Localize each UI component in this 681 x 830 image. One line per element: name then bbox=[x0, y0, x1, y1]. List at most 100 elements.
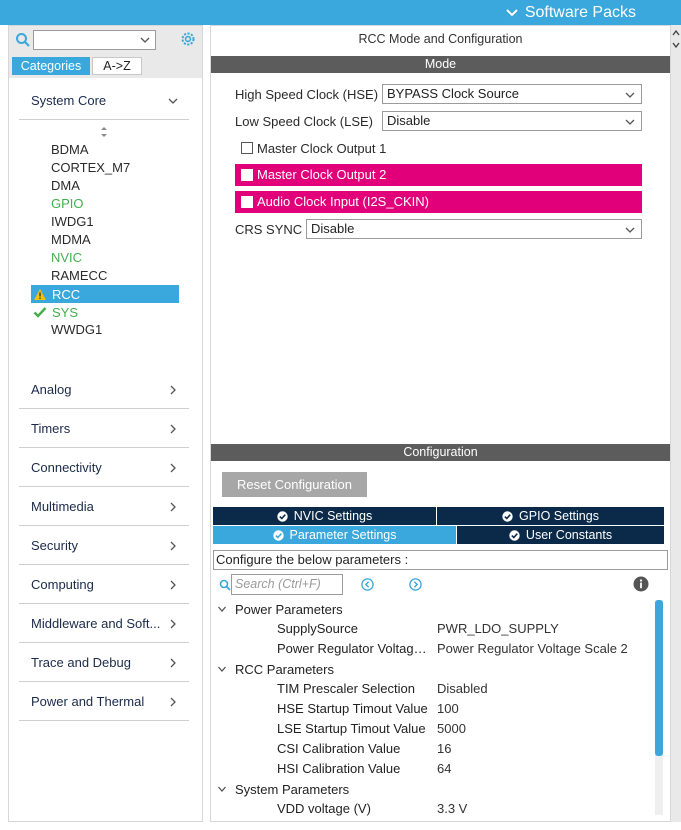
param-name[interactable]: TIM Prescaler Selection bbox=[277, 679, 431, 699]
next-match-icon[interactable] bbox=[409, 578, 422, 591]
peripheral-item-rcc[interactable]: RCC bbox=[33, 285, 80, 303]
category-label: Analog bbox=[31, 382, 72, 397]
param-value[interactable]: 100 bbox=[437, 699, 459, 719]
peripheral-label: SYS bbox=[52, 304, 79, 320]
tab-label: NVIC Settings bbox=[293, 509, 373, 523]
chevron-right-icon bbox=[170, 502, 176, 511]
param-value[interactable]: Power Regulator Voltage Scale 2 bbox=[437, 639, 628, 659]
category-power-and-thermal[interactable]: Power and Thermal bbox=[19, 683, 189, 721]
category-system-core[interactable]: System Core bbox=[19, 82, 189, 120]
peripheral-item-mdma[interactable]: MDMA bbox=[51, 231, 91, 249]
sort-icon[interactable] bbox=[99, 126, 109, 138]
warning-icon bbox=[34, 288, 46, 300]
chevron-down-icon[interactable] bbox=[672, 41, 680, 49]
category-timers[interactable]: Timers bbox=[19, 410, 189, 448]
right-edge-scrollbar[interactable] bbox=[671, 25, 681, 822]
param-name[interactable]: HSI Calibration Value bbox=[277, 759, 431, 779]
param-name[interactable]: Power Regulator Voltage Scale bbox=[277, 639, 431, 659]
peripheral-label: RCC bbox=[52, 286, 81, 302]
reset-configuration-button[interactable]: Reset Configuration bbox=[222, 472, 367, 497]
chevron-up-icon[interactable] bbox=[672, 29, 680, 37]
mco2-checkbox[interactable] bbox=[241, 169, 253, 181]
tab-a-to-z[interactable]: A->Z bbox=[92, 57, 142, 75]
tab-user-constants[interactable]: User Constants bbox=[457, 526, 664, 544]
param-name[interactable]: SupplySource bbox=[277, 619, 431, 639]
previous-match-icon[interactable] bbox=[361, 578, 374, 591]
peripheral-item-dma[interactable]: DMA bbox=[51, 177, 80, 195]
peripheral-item-ramecc[interactable]: RAMECC bbox=[51, 267, 107, 285]
search-combo[interactable] bbox=[33, 30, 156, 50]
param-value[interactable]: PWR_LDO_SUPPLY bbox=[437, 619, 559, 639]
peripheral-item-wwdg1[interactable]: WWDG1 bbox=[51, 321, 102, 339]
chevron-down-icon bbox=[218, 666, 226, 672]
peripheral-item-iwdg1[interactable]: IWDG1 bbox=[51, 213, 94, 231]
category-middleware[interactable]: Middleware and Soft... bbox=[19, 605, 189, 643]
category-label: Security bbox=[31, 538, 78, 553]
tab-categories[interactable]: Categories bbox=[12, 57, 90, 75]
chevron-right-icon bbox=[170, 658, 176, 667]
category-connectivity[interactable]: Connectivity bbox=[19, 449, 189, 487]
param-name[interactable]: LSE Startup Timout Value bbox=[277, 719, 431, 739]
param-value[interactable]: 16 bbox=[437, 739, 451, 759]
lse-select[interactable]: Disable bbox=[382, 111, 642, 131]
chevron-down-icon bbox=[168, 98, 178, 104]
tab-gpio-settings[interactable]: GPIO Settings bbox=[437, 507, 664, 525]
i2s-ckin-checkbox[interactable] bbox=[241, 196, 253, 208]
chevron-down-icon bbox=[625, 92, 635, 98]
hse-value: BYPASS Clock Source bbox=[387, 86, 519, 101]
chevron-down-icon bbox=[218, 606, 226, 612]
param-value[interactable]: 5000 bbox=[437, 719, 466, 739]
peripheral-item-gpio[interactable]: GPIO bbox=[51, 195, 84, 213]
check-circle-icon bbox=[277, 510, 288, 522]
category-trace-and-debug[interactable]: Trace and Debug bbox=[19, 644, 189, 682]
category-label: Power and Thermal bbox=[31, 694, 145, 709]
chevron-down-icon bbox=[506, 8, 518, 16]
group-rcc-parameters[interactable]: RCC Parameters bbox=[217, 659, 334, 679]
group-power-parameters[interactable]: Power Parameters bbox=[217, 599, 343, 619]
peripheral-item-bdma[interactable]: BDMA bbox=[51, 141, 89, 159]
category-label: System Core bbox=[31, 93, 107, 108]
mco2-row[interactable]: Master Clock Output 2 bbox=[235, 164, 642, 186]
crs-sync-value: Disable bbox=[311, 221, 355, 236]
categories-panel-header: Categories A->Z bbox=[9, 26, 202, 78]
chevron-down-icon bbox=[218, 786, 226, 792]
peripheral-item-cortex-m7[interactable]: CORTEX_M7 bbox=[51, 159, 130, 177]
i2s-ckin-row[interactable]: Audio Clock Input (I2S_CKIN) bbox=[235, 191, 642, 213]
crs-sync-select[interactable]: Disable bbox=[306, 219, 642, 239]
chevron-right-icon bbox=[170, 541, 176, 550]
rcc-mode-config-panel: RCC Mode and Configuration Mode High Spe… bbox=[210, 25, 671, 822]
param-value[interactable]: 64 bbox=[437, 759, 451, 779]
chevron-right-icon bbox=[170, 463, 176, 472]
tab-nvic-settings[interactable]: NVIC Settings bbox=[213, 507, 436, 525]
param-name[interactable]: HSE Startup Timout Value bbox=[277, 699, 431, 719]
param-name[interactable]: CSI Calibration Value bbox=[277, 739, 431, 759]
parameter-search-input[interactable]: Search (Ctrl+F) bbox=[231, 574, 343, 595]
info-icon[interactable] bbox=[633, 576, 649, 592]
param-value[interactable]: Disabled bbox=[437, 679, 488, 699]
param-name[interactable]: VDD voltage (V) bbox=[277, 799, 431, 819]
category-security[interactable]: Security bbox=[19, 527, 189, 565]
lse-label: Low Speed Clock (LSE) bbox=[235, 114, 374, 129]
category-label: Trace and Debug bbox=[31, 655, 131, 670]
chevron-right-icon bbox=[170, 619, 176, 628]
category-computing[interactable]: Computing bbox=[19, 566, 189, 604]
software-packs-button[interactable]: Software Packs bbox=[505, 2, 636, 23]
lse-value: Disable bbox=[387, 113, 431, 128]
category-label: Timers bbox=[31, 421, 71, 436]
tab-label: Parameter Settings bbox=[289, 528, 397, 542]
param-value[interactable]: 3.3 V bbox=[437, 799, 467, 819]
hse-select[interactable]: BYPASS Clock Source bbox=[382, 84, 642, 104]
group-label: Power Parameters bbox=[235, 601, 343, 617]
search-icon[interactable] bbox=[15, 32, 31, 48]
mco1-checkbox[interactable] bbox=[241, 142, 253, 154]
peripheral-item-sys[interactable]: SYS bbox=[33, 303, 78, 321]
parameter-scrollbar-thumb[interactable] bbox=[655, 600, 663, 756]
category-analog[interactable]: Analog bbox=[19, 371, 189, 409]
gear-icon[interactable] bbox=[179, 30, 197, 48]
peripheral-item-nvic[interactable]: NVIC bbox=[51, 249, 82, 267]
check-circle-icon bbox=[509, 529, 520, 541]
tab-parameter-settings[interactable]: Parameter Settings bbox=[213, 526, 456, 544]
group-system-parameters[interactable]: System Parameters bbox=[217, 779, 349, 799]
category-label: Middleware and Soft... bbox=[31, 616, 161, 631]
category-multimedia[interactable]: Multimedia bbox=[19, 488, 189, 526]
